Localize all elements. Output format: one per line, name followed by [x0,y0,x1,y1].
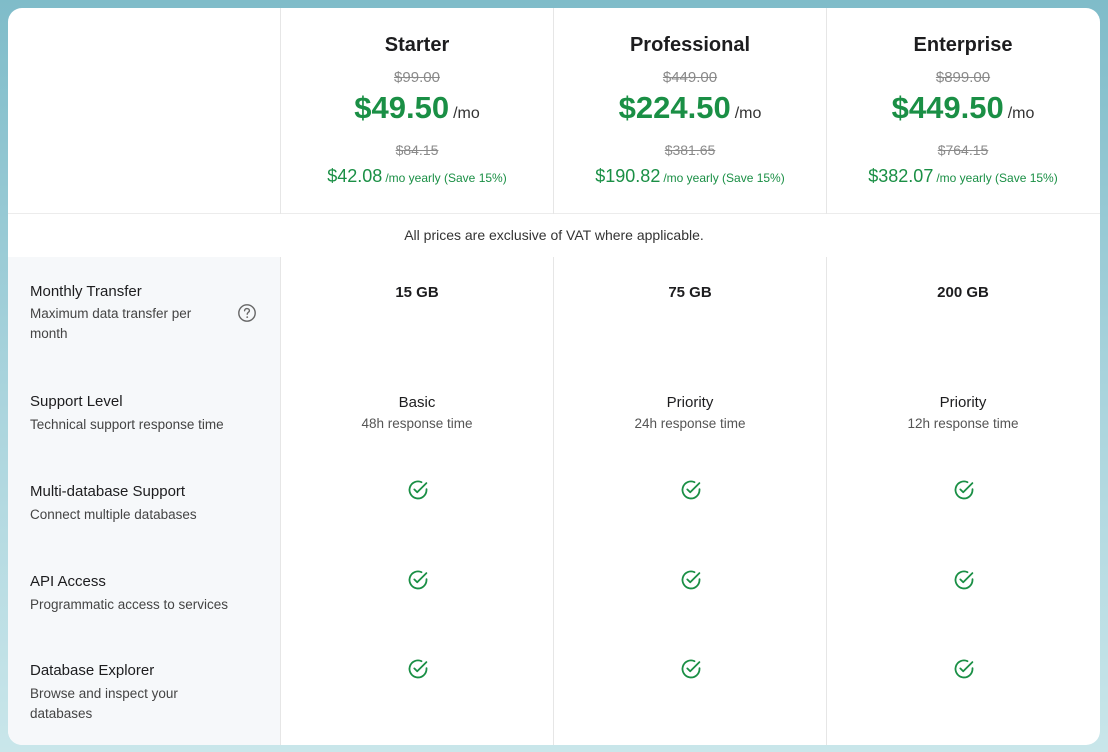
feature-labels-column: Monthly Transfer Maximum data transfer p… [8,257,280,745]
feature-title: Support Level [30,393,123,410]
support-time-value: 48h response time [361,416,473,431]
vat-note: All prices are exclusive of VAT where ap… [404,227,704,243]
support-time-value: 24h response time [634,416,746,431]
feature-description: Technical support response time [30,417,224,432]
feature-row-database-explorer: Database Explorer Browse and inspect you… [8,636,280,745]
value-cell-multi-db [554,457,826,547]
plan-price-period: /mo [734,105,762,122]
check-circle-icon [408,480,428,500]
value-cell-api [281,547,553,636]
plan-yearly-original: $381.65 [664,142,716,158]
feature-description: Browse and inspect your databases [30,686,178,721]
value-cell-transfer: 200 GB [827,257,1099,367]
check-circle-icon [954,659,974,679]
plan-price-period: /mo [1007,105,1035,122]
value-cell-transfer: 15 GB [281,257,553,367]
value-cell-api [827,547,1099,636]
value-cell-explorer [281,636,553,745]
plan-price: $224.50/mo [554,90,826,126]
question-circle-icon[interactable] [237,303,257,323]
plan-yearly-note: /mo yearly (Save 15%) [936,171,1058,185]
plan-price-amount: $49.50 [354,90,450,125]
feature-row-multi-database: Multi-database Support Connect multiple … [8,457,280,547]
feature-row-support-level: Support Level Technical support response… [8,367,280,457]
plan-price-amount: $224.50 [618,90,731,125]
support-level-value: Priority [939,394,987,411]
check-circle-icon [681,480,701,500]
value-cell-explorer [554,636,826,745]
header-corner [8,8,280,214]
plan-yearly-price: $42.08 [327,166,383,186]
check-circle-icon [954,570,974,590]
transfer-value: 15 GB [395,284,439,301]
support-time-value: 12h response time [907,416,1019,431]
plan-yearly: $190.82/mo yearly (Save 15%) [554,166,826,187]
value-cell-multi-db [827,457,1099,547]
feature-values-enterprise: 200 GB Priority 12h response time [826,257,1099,745]
value-cell-api [554,547,826,636]
plans-header: Starter $99.00 $49.50/mo $84.15 $42.08/m… [8,8,1100,214]
feature-description: Maximum data transfer per month [30,306,192,341]
value-cell-support: Priority 12h response time [827,367,1099,457]
feature-description: Connect multiple databases [30,507,197,522]
support-level-value: Priority [666,394,714,411]
plan-price: $49.50/mo [281,90,553,126]
feature-row-api-access: API Access Programmatic access to servic… [8,547,280,636]
transfer-value: 75 GB [668,284,712,301]
plan-price: $449.50/mo [827,90,1099,126]
feature-values-professional: 75 GB Priority 24h response time [553,257,826,745]
check-circle-icon [408,570,428,590]
plan-enterprise: Enterprise $899.00 $449.50/mo $764.15 $3… [826,8,1099,214]
plan-yearly-price: $382.07 [868,166,934,186]
plan-original-price: $449.00 [662,69,718,86]
plan-original-price: $99.00 [394,69,440,86]
value-cell-multi-db [281,457,553,547]
transfer-value: 200 GB [937,284,989,301]
plan-yearly: $382.07/mo yearly (Save 15%) [827,166,1099,187]
value-cell-support: Priority 24h response time [554,367,826,457]
feature-title: Multi-database Support [30,483,186,500]
value-cell-support: Basic 48h response time [281,367,553,457]
feature-row-monthly-transfer: Monthly Transfer Maximum data transfer p… [8,257,280,367]
plan-yearly-price: $190.82 [595,166,661,186]
plan-original-price: $899.00 [935,69,991,86]
plan-yearly-note: /mo yearly (Save 15%) [663,171,785,185]
plan-name: Professional [629,34,751,56]
feature-title: Database Explorer [30,662,155,679]
check-circle-icon [681,659,701,679]
plan-name: Enterprise [913,34,1013,56]
feature-description: Programmatic access to services [30,597,229,612]
feature-title: API Access [30,573,106,590]
feature-title: Monthly Transfer [30,283,142,300]
plan-price-period: /mo [453,105,480,122]
check-circle-icon [681,570,701,590]
plan-price-amount: $449.50 [891,90,1004,125]
plan-professional: Professional $449.00 $224.50/mo $381.65 … [553,8,826,214]
plan-yearly-original: $84.15 [395,142,439,158]
check-circle-icon [408,659,428,679]
feature-values-starter: 15 GB Basic 48h response time [280,257,553,745]
plan-yearly-original: $764.15 [937,142,989,158]
check-circle-icon [954,480,974,500]
features-table: Monthly Transfer Maximum data transfer p… [8,257,1100,745]
value-cell-explorer [827,636,1099,745]
plan-name: Starter [384,34,450,56]
plan-yearly-note: /mo yearly (Save 15%) [385,171,507,185]
support-level-value: Basic [398,394,436,411]
value-cell-transfer: 75 GB [554,257,826,367]
pricing-card: Starter $99.00 $49.50/mo $84.15 $42.08/m… [8,8,1100,745]
plan-yearly: $42.08/mo yearly (Save 15%) [281,166,553,187]
plan-starter: Starter $99.00 $49.50/mo $84.15 $42.08/m… [280,8,553,214]
